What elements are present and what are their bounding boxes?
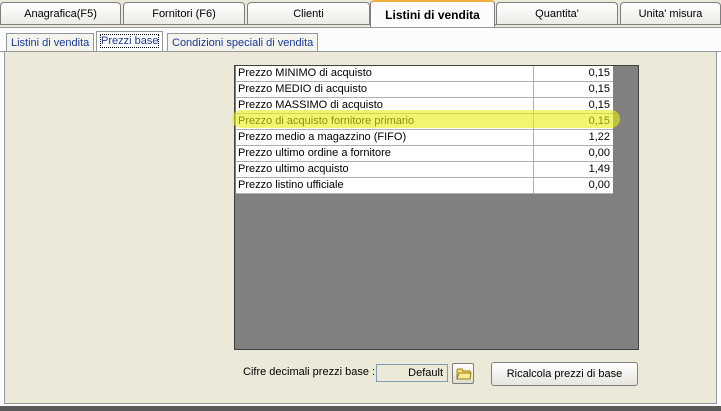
folder-icon [456, 368, 472, 380]
price-row[interactable]: Prezzo medio a magazzino (FIFO) 1,22 [236, 130, 613, 146]
tab-label: Anagrafica(F5) [24, 8, 97, 20]
price-value[interactable]: 0,15 [534, 66, 613, 82]
price-grid[interactable]: Prezzo MINIMO di acquisto 0,15 Prezzo ME… [234, 65, 639, 350]
decimal-digits-field[interactable]: Default [376, 364, 448, 382]
price-row[interactable]: Prezzo MINIMO di acquisto 0,15 [236, 66, 613, 82]
price-row[interactable]: Prezzo ultimo acquisto 1,49 [236, 162, 613, 178]
tab-anagrafica[interactable]: Anagrafica(F5) [0, 2, 121, 24]
price-label: Prezzo MINIMO di acquisto [236, 66, 534, 82]
price-value[interactable]: 0,15 [534, 82, 613, 98]
tab-label: Listini di vendita [385, 8, 480, 22]
price-label: Prezzo MASSIMO di acquisto [236, 98, 534, 114]
tab-label: Quantita' [535, 8, 579, 20]
tab-label: Unita' misura [638, 8, 703, 20]
price-row[interactable]: Prezzo listino ufficiale 0,00 [236, 178, 613, 194]
tab-quantita[interactable]: Quantita' [496, 2, 618, 24]
tab-label: Fornitori (F6) [152, 8, 216, 20]
price-row[interactable]: Prezzo MEDIO di acquisto 0,15 [236, 82, 613, 98]
price-label: Prezzo listino ufficiale [236, 178, 534, 194]
price-row[interactable]: Prezzo ultimo ordine a fornitore 0,00 [236, 146, 613, 162]
subtab-label: Listini di vendita [11, 37, 90, 49]
price-row[interactable]: Prezzo MASSIMO di acquisto 0,15 [236, 98, 613, 114]
price-value[interactable]: 1,49 [534, 162, 613, 178]
recalculate-base-prices-button[interactable]: Ricalcola prezzi di base [491, 362, 638, 386]
tab-fornitori[interactable]: Fornitori (F6) [123, 2, 245, 24]
price-label: Prezzo ultimo ordine a fornitore [236, 146, 534, 162]
price-value[interactable]: 0,00 [534, 178, 613, 194]
price-label: Prezzo medio a magazzino (FIFO) [236, 130, 534, 146]
subtab-condizioni-speciali[interactable]: Condizioni speciali di vendita [167, 33, 319, 52]
price-row[interactable]: Prezzo di acquisto fornitore primario 0,… [236, 114, 613, 130]
price-value[interactable]: 1,22 [534, 130, 613, 146]
decimal-digits-label: Cifre decimali prezzi base : [243, 366, 376, 378]
price-value[interactable]: 0,15 [534, 114, 613, 130]
window-bottom-border [0, 406, 721, 411]
tab-label: Clienti [293, 8, 324, 20]
price-label: Prezzo MEDIO di acquisto [236, 82, 534, 98]
price-label: Prezzo ultimo acquisto [236, 162, 534, 178]
tab-clienti[interactable]: Clienti [247, 2, 370, 24]
price-value[interactable]: 0,15 [534, 98, 613, 114]
subtab-label: Prezzi base [99, 34, 160, 48]
subtab-prezzi-base[interactable]: Prezzi base [96, 31, 164, 52]
subtab-label: Condizioni speciali di vendita [172, 37, 314, 49]
tab-unita-misura[interactable]: Unita' misura [620, 2, 721, 24]
tab-listini-di-vendita[interactable]: Listini di vendita [370, 0, 495, 27]
decimal-digits-browse-button[interactable] [452, 363, 474, 384]
main-tab-bar: Anagrafica(F5) Fornitori (F6) Clienti Li… [0, 0, 721, 27]
tab-bar-line [0, 24, 721, 25]
price-label: Prezzo di acquisto fornitore primario [236, 114, 534, 130]
price-value[interactable]: 0,00 [534, 146, 613, 162]
subtab-listini-di-vendita[interactable]: Listini di vendita [6, 33, 95, 52]
